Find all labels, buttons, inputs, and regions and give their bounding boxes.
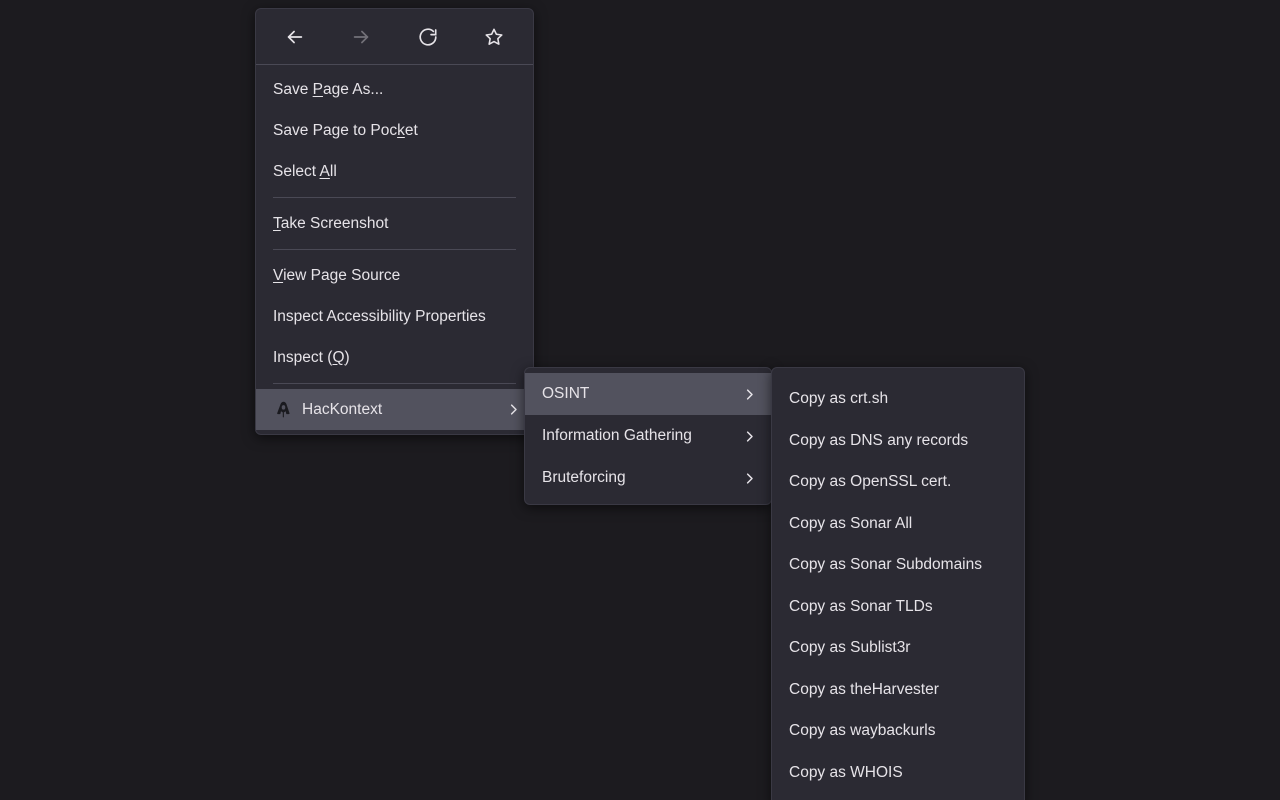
chevron-right-icon <box>742 387 757 402</box>
submenu-item-osint[interactable]: OSINT <box>525 373 771 415</box>
menu-item-view-page-source[interactable]: View Page Source <box>256 255 533 296</box>
submenu-item-label: Copy as Sublist3r <box>789 640 1012 656</box>
submenu-item-bruteforcing[interactable]: Bruteforcing <box>525 457 771 499</box>
menu-item-save-page-to-pocket[interactable]: Save Page to Pocket <box>256 110 533 151</box>
menu-item-save-page-as[interactable]: Save Page As... <box>256 69 533 110</box>
submenu-item-copy-as-openssl-cert[interactable]: Copy as OpenSSL cert. <box>772 461 1024 503</box>
submenu-item-label: Copy as DNS any records <box>789 433 1012 449</box>
menu-item-inspect[interactable]: Inspect (Q) <box>256 337 533 378</box>
menu-item-label: Inspect (Q) <box>273 350 521 366</box>
menu-item-inspect-accessibility-properties[interactable]: Inspect Accessibility Properties <box>256 296 533 337</box>
submenu-item-copy-as-dns-any-records[interactable]: Copy as DNS any records <box>772 420 1024 462</box>
menu-item-label: Save Page As... <box>273 82 521 98</box>
back-button[interactable] <box>275 19 315 55</box>
submenu-hackontext: OSINT Information Gathering Bruteforcing <box>524 367 772 505</box>
anonymous-hood-icon <box>273 400 293 420</box>
submenu-item-copy-as-sonar-subdomains[interactable]: Copy as Sonar Subdomains <box>772 544 1024 586</box>
submenu-item-copy-as-sonar-tlds[interactable]: Copy as Sonar TLDs <box>772 586 1024 628</box>
menu-item-label: Select All <box>273 164 521 180</box>
submenu-item-copy-as-sublist3r[interactable]: Copy as Sublist3r <box>772 627 1024 669</box>
menu-item-select-all[interactable]: Select All <box>256 151 533 192</box>
submenu-osint: Copy as crt.sh Copy as DNS any records C… <box>771 367 1025 800</box>
forward-button[interactable] <box>341 19 381 55</box>
submenu-item-label: Bruteforcing <box>542 470 724 486</box>
reload-button[interactable] <box>408 19 448 55</box>
menu-item-label: Inspect Accessibility Properties <box>273 309 521 325</box>
submenu-item-information-gathering[interactable]: Information Gathering <box>525 415 771 457</box>
submenu-item-label: Copy as Sonar TLDs <box>789 599 1012 615</box>
submenu-item-label: Copy as theHarvester <box>789 682 1012 698</box>
menu-item-label: HacKontext <box>302 402 488 418</box>
submenu-item-copy-as-waybackurls[interactable]: Copy as waybackurls <box>772 710 1024 752</box>
chevron-right-icon <box>742 471 757 486</box>
context-menu: Save Page As... Save Page to Pocket Sele… <box>255 8 534 435</box>
menu-separator <box>273 383 516 384</box>
page-background: Save Page As... Save Page to Pocket Sele… <box>0 0 1280 800</box>
submenu-item-label: Copy as waybackurls <box>789 723 1012 739</box>
menu-item-label: View Page Source <box>273 268 521 284</box>
submenu-item-copy-as-crtsh[interactable]: Copy as crt.sh <box>772 378 1024 420</box>
toolbar-separator <box>256 64 533 65</box>
menu-separator <box>273 197 516 198</box>
chevron-right-icon <box>742 429 757 444</box>
menu-separator <box>273 249 516 250</box>
menu-item-hackontext[interactable]: HacKontext <box>256 389 533 430</box>
submenu-item-label: OSINT <box>542 386 724 402</box>
chevron-right-icon <box>506 402 521 417</box>
submenu-item-copy-as-sonar-all[interactable]: Copy as Sonar All <box>772 503 1024 545</box>
submenu-item-copy-as-theharvester[interactable]: Copy as theHarvester <box>772 669 1024 711</box>
bookmark-button[interactable] <box>474 19 514 55</box>
submenu-item-label: Copy as OpenSSL cert. <box>789 474 1012 490</box>
submenu-item-label: Information Gathering <box>542 428 724 444</box>
submenu-item-label: Copy as Sonar All <box>789 516 1012 532</box>
menu-item-label: Save Page to Pocket <box>273 123 521 139</box>
menu-item-label: Take Screenshot <box>273 216 521 232</box>
context-menu-nav-toolbar <box>256 13 533 61</box>
submenu-item-copy-as-whois[interactable]: Copy as WHOIS <box>772 752 1024 794</box>
submenu-item-label: Copy as Sonar Subdomains <box>789 557 1012 573</box>
menu-item-take-screenshot[interactable]: Take Screenshot <box>256 203 533 244</box>
submenu-item-label: Copy as crt.sh <box>789 391 1012 407</box>
submenu-item-label: Copy as WHOIS <box>789 765 1012 781</box>
